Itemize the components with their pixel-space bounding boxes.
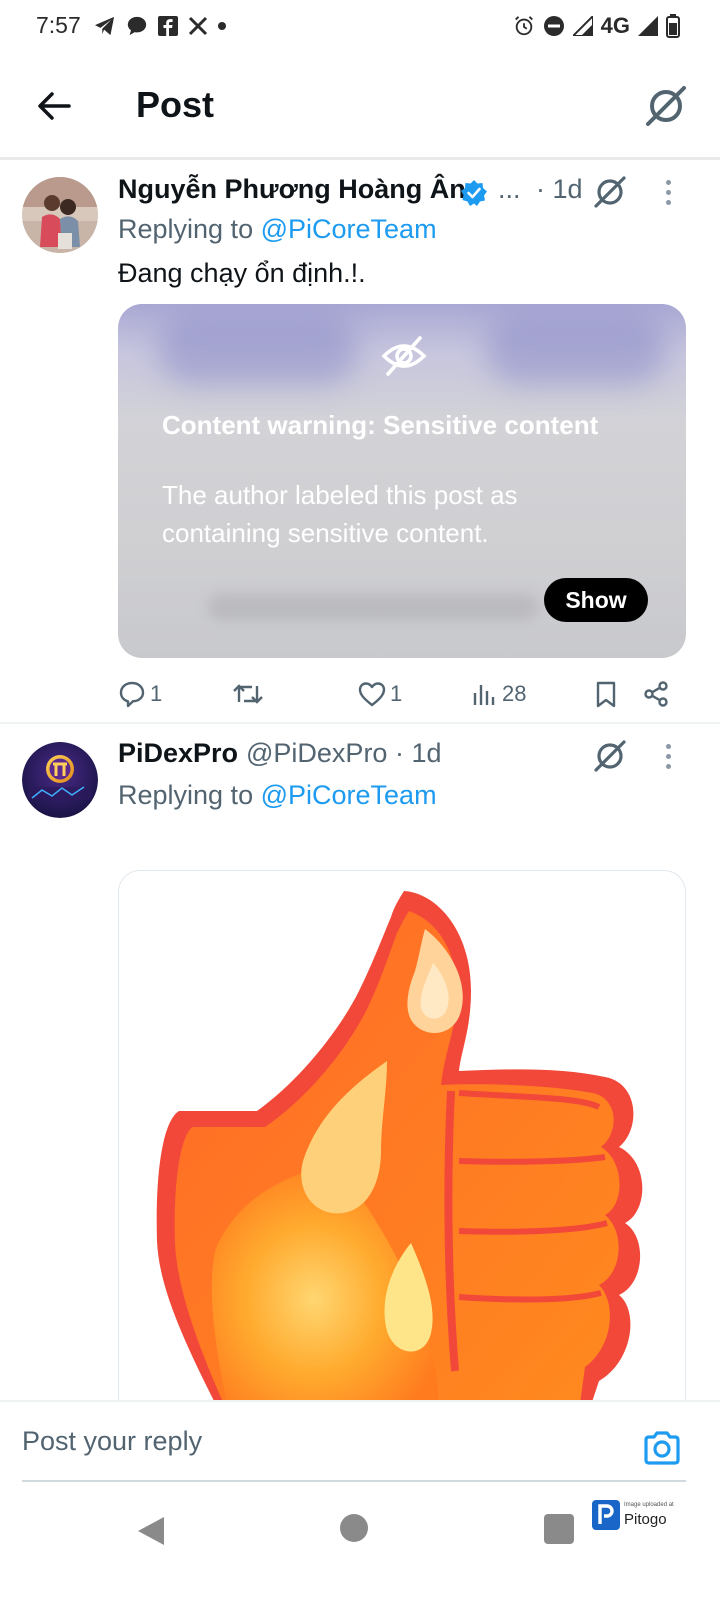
reply-input[interactable] — [22, 1426, 582, 1457]
pitogo-logo-icon — [592, 1500, 620, 1530]
author-name[interactable]: PiDexPro — [118, 738, 238, 769]
like-action[interactable]: 1 — [358, 674, 402, 714]
avatar[interactable] — [22, 742, 98, 818]
replying-to: Replying to @PiCoreTeam — [118, 214, 437, 245]
nav-back-icon[interactable] — [134, 1514, 168, 1548]
post-time: · 1d — [536, 174, 583, 204]
author-name[interactable]: Nguyễn Phương Hoàng Ân — [118, 174, 466, 205]
post-reply-1[interactable]: Nguyễn Phương Hoàng Ân ... · 1d Replying… — [0, 0, 720, 724]
reply-underline — [22, 1480, 686, 1482]
pitogo-watermark: Image uploaded at Pitogo — [592, 1500, 682, 1540]
replying-to: Replying to @PiCoreTeam — [118, 780, 437, 811]
views-chart-icon — [473, 685, 495, 705]
post-header: PiDexPro @PiDexPro · 1d — [118, 736, 720, 776]
handle-and-time: @PiDexPro · 1d — [246, 738, 442, 768]
replying-to-prefix: Replying to — [118, 214, 261, 244]
mention-link[interactable]: @PiCoreTeam — [261, 780, 437, 810]
system-navigation-bar: Image uploaded at Pitogo — [0, 1484, 720, 1600]
reply-action[interactable]: 1 — [118, 674, 162, 714]
views-action[interactable]: 28 — [472, 674, 526, 714]
content-warning-title: Content warning: Sensitive content — [162, 410, 599, 440]
reply-icon — [119, 681, 145, 708]
grok-icon[interactable] — [592, 738, 628, 774]
pidexpro-logo — [22, 742, 98, 818]
repost-icon — [233, 684, 263, 704]
fire-thumbs-up-image — [156, 891, 643, 1410]
post-header: Nguyễn Phương Hoàng Ân ... · 1d — [118, 172, 720, 212]
reply-count: 1 — [150, 681, 163, 706]
more-options-button[interactable] — [658, 172, 678, 212]
grok-icon[interactable] — [592, 174, 628, 210]
eye-slash-icon — [381, 336, 427, 376]
camera-icon[interactable] — [642, 1428, 682, 1468]
sensitive-media-card[interactable]: Content warning: Sensitive content The a… — [118, 304, 686, 658]
avatar[interactable] — [22, 177, 98, 253]
share-icon — [644, 681, 668, 707]
replying-to-prefix: Replying to — [118, 780, 261, 810]
views-count: 28 — [502, 681, 527, 706]
nav-recents-icon[interactable] — [544, 1514, 574, 1544]
repost-action[interactable] — [232, 674, 268, 714]
bookmark-action[interactable] — [594, 674, 618, 714]
verified-badge-icon — [461, 180, 487, 206]
avatar-photo — [22, 177, 98, 253]
share-action[interactable] — [642, 674, 670, 714]
content-warning-description: The author labeled this post as containi… — [162, 480, 518, 548]
handle-truncated: ... — [498, 174, 521, 204]
watermark-brand: Pitogo — [624, 1511, 667, 1528]
mention-link[interactable]: @PiCoreTeam — [261, 214, 437, 244]
more-options-button[interactable] — [658, 736, 678, 776]
reply-composer — [0, 1400, 720, 1492]
post-actions: 1 1 28 — [118, 674, 686, 714]
heart-icon — [358, 682, 386, 707]
post-text: Đang chạy ổn định.!. — [118, 258, 366, 288]
bookmark-icon — [596, 681, 616, 708]
nav-home-icon[interactable] — [340, 1514, 368, 1542]
show-button[interactable]: Show — [544, 578, 648, 622]
post-image[interactable] — [118, 870, 686, 1410]
watermark-caption: Image uploaded at — [624, 1502, 674, 1508]
like-count: 1 — [390, 681, 403, 706]
